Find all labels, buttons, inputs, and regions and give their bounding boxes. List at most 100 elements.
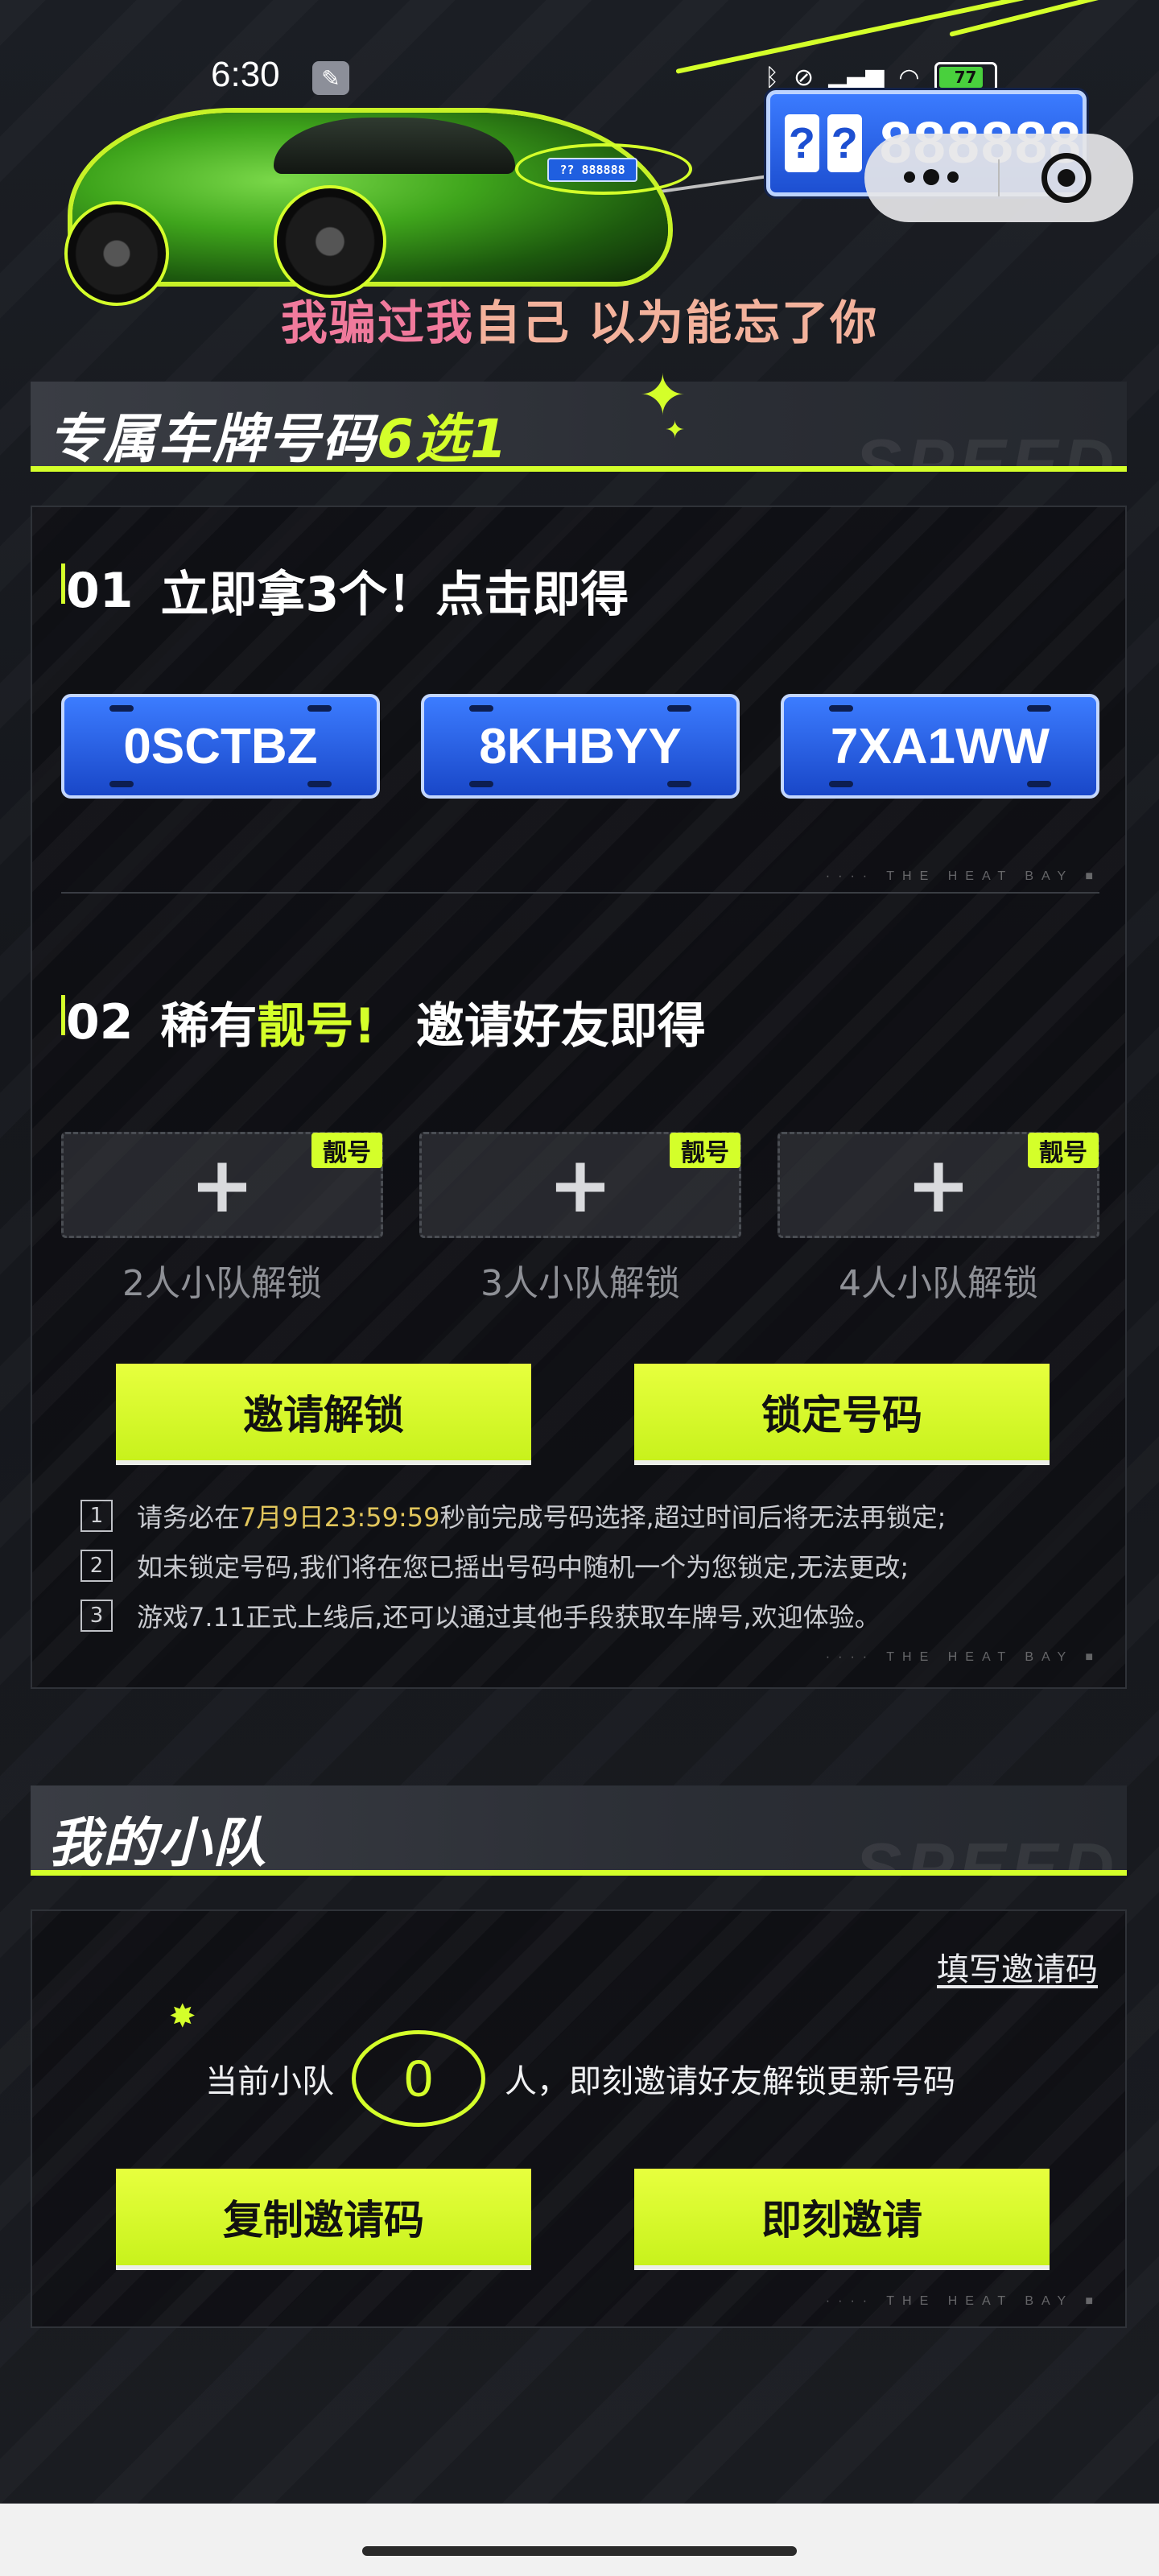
- step-title-text: 稀有靓号! 邀请好友即得: [161, 987, 706, 1057]
- plate-question-mark: ?: [785, 114, 819, 172]
- rule-item: 1 请务必在7月9日23:59:59秒前完成号码选择,超过时间后将无法再锁定;: [80, 1491, 1095, 1541]
- lyric-part-2: 自己 以为能忘了你: [473, 295, 879, 350]
- enter-invite-code-link[interactable]: 填写邀请码: [937, 1943, 1098, 1990]
- plate-bolt: [109, 705, 134, 712]
- plate-number: 0SCTBZ: [123, 718, 318, 774]
- heat-bay-tag: ···· THE HEAT BAY ■: [825, 2294, 1101, 2308]
- section-title: 我的小队: [48, 1812, 267, 1874]
- step-2-title: 02 稀有靓号! 邀请好友即得: [61, 987, 706, 1057]
- rule-number: 1: [80, 1500, 113, 1532]
- team-status-suffix: 人，即刻邀请好友解锁更新号码: [505, 2063, 955, 2100]
- lyric-part-1: 我骗过我: [280, 295, 474, 350]
- section-title-text: 专属车牌号码: [48, 408, 377, 470]
- plate-number: 8KHBYY: [479, 718, 682, 774]
- plate-bolt: [829, 705, 853, 712]
- rare-plate-slot[interactable]: + 靓号: [61, 1132, 383, 1238]
- copy-invite-code-button[interactable]: 复制邀请码: [116, 2169, 531, 2265]
- plate-bolt: [1027, 705, 1051, 712]
- hero-banner: ?? 888888 6:30 ✎ ᛒ ⊘ ▂▄▆ ◠ 77 ? ? 888888…: [0, 0, 1159, 370]
- rule-item: 3 游戏7.11正式上线后,还可以通过其他手段获取车牌号,欢迎体验。: [80, 1591, 1095, 1641]
- invite-unlock-button[interactable]: 邀请解锁: [116, 1364, 531, 1460]
- rule-number: 3: [80, 1600, 113, 1632]
- bluetooth-icon: ᛒ: [765, 63, 779, 92]
- rare-plate-slot[interactable]: + 靓号: [777, 1132, 1099, 1238]
- step-1-title: 01 立即拿3个！点击即得: [60, 555, 629, 625]
- plate-bolt: [667, 705, 691, 712]
- plate-bolt: [667, 781, 691, 787]
- step-title-accent: 靓号!: [257, 998, 376, 1055]
- rule-text: 游戏7.11正式上线后,还可以通过其他手段获取车牌号,欢迎体验。: [137, 1602, 881, 1633]
- target-close-icon: [1041, 153, 1091, 203]
- sports-car-image: ?? 888888: [64, 48, 692, 306]
- rare-plate-slot[interactable]: + 靓号: [419, 1132, 741, 1238]
- dot-icon: [947, 171, 959, 183]
- battery-level: 77: [954, 68, 977, 87]
- car-wheel: [274, 185, 386, 298]
- plate-option[interactable]: 7XA1WW: [781, 694, 1099, 799]
- step-title-suffix: 邀请好友即得: [415, 998, 706, 1055]
- plate-option[interactable]: 8KHBYY: [421, 694, 740, 799]
- lyric-banner: 我骗过我自己 以为能忘了你: [0, 285, 1159, 353]
- plate-bolt: [469, 705, 493, 712]
- slot-unlock-label: 4人小队解锁: [839, 1263, 1038, 1304]
- slot-unlock-label: 3人小队解锁: [481, 1263, 680, 1304]
- rare-badge: 靓号: [670, 1133, 740, 1168]
- step-title-text: 立即拿3个！点击即得: [160, 567, 629, 623]
- team-status: 当前小队 0 人，即刻邀请好友解锁更新号码: [32, 2030, 1128, 2127]
- rule-text: 请务必在7月9日23:59:59秒前完成号码选择,超过时间后将无法再锁定;: [137, 1497, 946, 1534]
- step-title-prefix: 稀有: [160, 998, 258, 1055]
- section-title-accent: 6选1: [377, 408, 509, 470]
- invite-now-button[interactable]: 即刻邀请: [634, 2169, 1050, 2265]
- plate-options: 0SCTBZ 8KHBYY 7XA1WW: [61, 694, 1099, 799]
- rare-badge: 靓号: [311, 1133, 382, 1168]
- rule-deadline: 7月9日23:59:59: [240, 1502, 440, 1533]
- home-indicator[interactable]: [362, 2546, 797, 2556]
- rule-number: 2: [80, 1550, 113, 1582]
- dot-icon: [904, 171, 915, 183]
- heat-bay-tag: ···· THE HEAT BAY ■: [825, 1650, 1101, 1664]
- dot-icon: [923, 168, 939, 185]
- section-watermark: SPEED: [854, 424, 1119, 472]
- lock-number-button[interactable]: 锁定号码: [634, 1364, 1050, 1460]
- more-menu-button[interactable]: [864, 168, 998, 185]
- car-plate-number: ?? 888888: [547, 158, 637, 182]
- plate-bolt: [1027, 781, 1051, 787]
- close-miniprogram-button[interactable]: [1000, 153, 1133, 203]
- slot-labels: 2人小队解锁 3人小队解锁 4人小队解锁: [61, 1254, 1099, 1306]
- step-number: 01: [66, 562, 134, 619]
- wifi-icon: ◠: [898, 63, 920, 92]
- rule-text-before: 请务必在: [137, 1502, 241, 1533]
- sparkle-icon: ✦: [639, 362, 687, 428]
- plate-bolt: [307, 781, 332, 787]
- section-watermark: SPEED: [854, 1828, 1119, 1876]
- section-header-team: SPEED 我的小队: [31, 1785, 1127, 1876]
- plate-bolt: [469, 781, 493, 787]
- section-divider: [61, 892, 1099, 894]
- plus-icon: +: [547, 1140, 613, 1230]
- step-number: 02: [66, 993, 134, 1051]
- plate-bolt: [829, 781, 853, 787]
- plus-icon: +: [189, 1140, 255, 1230]
- current-team-label: 当前小队: [205, 2063, 334, 2100]
- rule-text-after: 秒前完成号码选择,超过时间后将无法再锁定;: [439, 1502, 947, 1533]
- rare-badge: 靓号: [1028, 1133, 1099, 1168]
- rule-item: 2 如未锁定号码,我们将在您已摇出号码中随机一个为您锁定,无法更改;: [80, 1541, 1095, 1591]
- section-title: 专属车牌号码6选1: [48, 396, 509, 470]
- plus-icon: +: [905, 1140, 971, 1230]
- miniprogram-capsule: [864, 134, 1133, 222]
- plate-option[interactable]: 0SCTBZ: [61, 694, 380, 799]
- team-member-count: 0: [352, 2030, 485, 2127]
- wrench-icon: ✎: [312, 61, 349, 95]
- rule-text: 如未锁定号码,我们将在您已摇出号码中随机一个为您锁定,无法更改;: [137, 1552, 909, 1583]
- system-navigation-bar: [0, 2504, 1159, 2576]
- heat-bay-tag: ···· THE HEAT BAY ■: [825, 869, 1101, 883]
- mute-icon: ⊘: [794, 63, 815, 92]
- plate-bolt: [109, 781, 134, 787]
- sparkle-icon: ✦: [665, 416, 686, 444]
- slot-unlock-label: 2人小队解锁: [122, 1263, 322, 1304]
- my-team-panel: 填写邀请码 ✸ 当前小队 0 人，即刻邀请好友解锁更新号码 复制邀请码 即刻邀请…: [31, 1909, 1127, 2328]
- rare-plate-slots: + 靓号 + 靓号 + 靓号: [61, 1132, 1099, 1238]
- status-time: 6:30: [211, 55, 280, 94]
- plate-question-mark: ?: [827, 114, 862, 172]
- rules-list: 1 请务必在7月9日23:59:59秒前完成号码选择,超过时间后将无法再锁定; …: [80, 1491, 1095, 1641]
